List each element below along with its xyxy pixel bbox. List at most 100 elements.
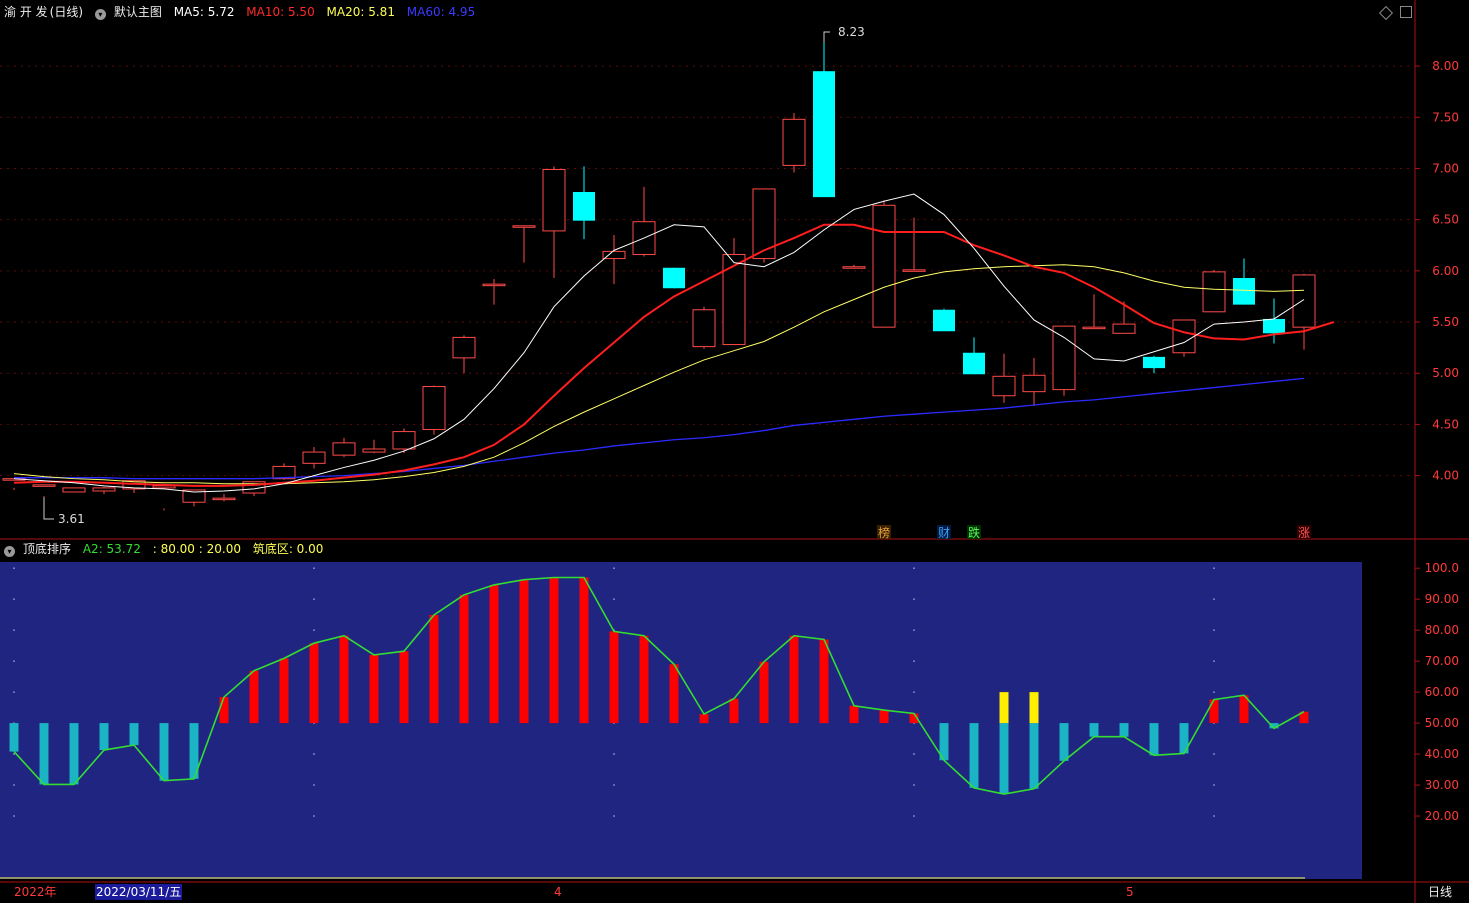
dropdown-icon[interactable]: ▾ [4,546,15,557]
osc-bar-teal [1059,723,1069,761]
osc-bar-red [579,577,589,724]
osc-bar-teal [69,723,79,785]
osc-bar-red [279,658,289,724]
candle-body-up [542,168,566,232]
osc-bar-red [519,579,529,724]
osc-bar-red [489,584,499,724]
candle-body-up [692,309,716,348]
candle-body-up [512,225,536,228]
price-tick-label: 5.00 [1432,366,1459,380]
ma5-value: MA5: 5.72 [173,5,235,19]
candle-body-up [152,485,176,489]
candle-body-down [573,192,595,221]
dropdown-icon[interactable]: ▾ [94,9,106,20]
price-tick-label: 7.00 [1432,161,1459,175]
year-label: 2022年 [14,885,57,899]
osc-grid-dot [313,567,315,570]
price-tick-label: 4.50 [1432,417,1459,431]
osc-grid-dot [313,753,315,755]
osc-grid-dot [13,660,15,663]
candle-body-up [992,375,1016,397]
osc-grid-dot [913,629,915,632]
month-5-label: 5 [1126,885,1134,899]
osc-bar-red [1209,699,1219,724]
candle-body-up [32,484,56,487]
osc-grid-dot [313,598,315,601]
candle-body-down [1263,318,1285,334]
candle-body-up [422,386,446,431]
osc-bar-teal [999,723,1009,795]
osc-bar-yellow [999,692,1009,724]
candle-body-up [62,487,86,493]
osc-grid-dot [1213,784,1215,786]
osc-grid-dot [913,567,915,570]
osc-bar-yellow [1029,692,1039,724]
template-name[interactable]: 默认主图 [114,5,162,19]
osc-bar-teal [969,723,979,788]
osc-grid-dot [13,815,15,817]
candle-body-up [482,283,506,287]
osc-grid-dot [613,784,615,786]
osc-bar-red [879,710,889,724]
candle-body-up [452,336,476,359]
candle-body-up [1052,325,1076,391]
osc-grid-dot [913,753,915,755]
osc-grid-dot [1213,753,1215,755]
candle-body-up [1172,319,1196,354]
osc-bar-teal [1149,723,1159,756]
indicator-header: ▾ 顶底排序 A2: 53.72 : 80.00 : 20.00 筑底区: 0.0… [4,541,331,557]
osc-bar-teal [99,723,109,751]
osc-bar-red [339,635,349,724]
osc-grid-dot [313,784,315,786]
osc-grid-dot [13,691,15,694]
candle-body-down [813,71,835,198]
candle-body-up [872,204,896,328]
low-marker [43,497,54,520]
osc-grid-dot [613,815,615,817]
candle-body-down [963,352,985,375]
price-tick-label: 7.50 [1432,110,1459,124]
osc-grid-dot [913,815,915,817]
osc-bar-red [249,670,259,724]
window-toggle-icon[interactable] [1400,6,1412,18]
osc-grid-dot [313,815,315,817]
candle-body-up [1202,271,1226,313]
candle-body-up [332,442,356,456]
candle-body-up [842,266,866,269]
indicator-name[interactable]: 顶底排序 [23,542,71,556]
osc-grid-dot [913,784,915,786]
candle-body-up [1292,274,1316,328]
bottom-zone-value: 筑底区: 0.00 [252,542,324,556]
kline-chart-canvas[interactable]: 8.00 7.50 7.00 6.50 6.00 5.50 5.00 4.50 4.00 8.23… [0,0,1469,903]
high-marker [823,31,830,43]
osc-grid-dot [913,691,915,694]
osc-bar-teal [129,723,139,746]
osc-grid-dot [13,629,15,632]
ma60-line [14,377,1305,480]
stock-name[interactable]: 渝 开 发 [4,5,48,19]
period-switch-label[interactable]: 日线 [1428,884,1452,900]
high-price-label: 8.23 [838,25,865,39]
candle-body-up [722,253,746,346]
ma60-value: MA60: 4.95 [406,5,476,19]
ma20-value: MA20: 5.81 [326,5,395,19]
candle-body-up [1022,374,1046,393]
candle-body-up [1112,323,1136,334]
ma10-line [13,223,1335,487]
candle-body-up [362,448,386,453]
osc-bar-red [849,705,859,724]
event-marker: 榜 [878,525,890,540]
candle-body-up [782,118,806,166]
osc-bar-red [759,661,769,724]
candle-body-up [302,451,326,464]
osc-bar-red [639,635,649,724]
price-tick-label: 8.00 [1432,59,1459,73]
osc-tick-label: 20.00 [1425,809,1459,823]
osc-bar-red [219,697,229,724]
candle-body-down [1233,278,1255,305]
osc-tick-label: 50.00 [1425,716,1459,730]
osc-grid-dot [1213,629,1215,632]
a2-value: A2: 53.72 [82,542,141,556]
osc-bar-teal [1089,723,1099,737]
event-marker: 跌 [968,525,980,540]
